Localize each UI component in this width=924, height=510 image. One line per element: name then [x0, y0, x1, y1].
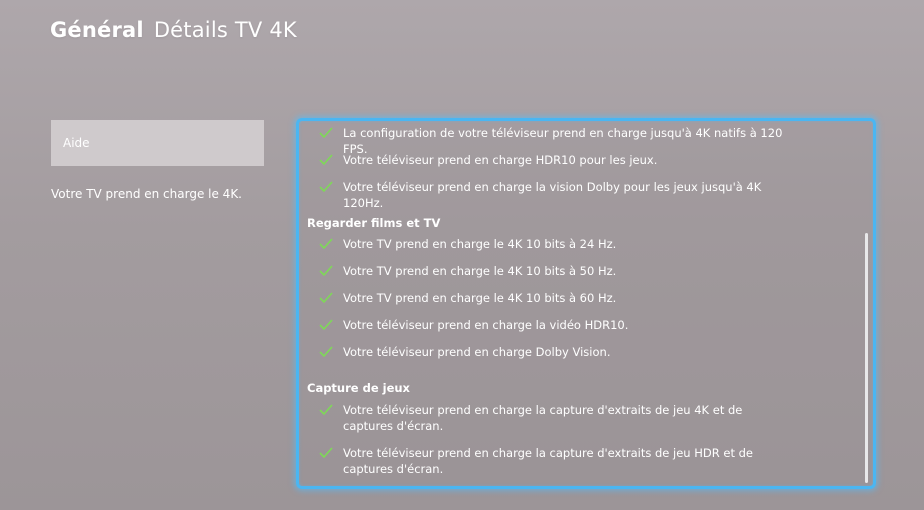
check-icon	[319, 292, 333, 304]
check-icon	[319, 404, 333, 416]
check-icon	[319, 319, 333, 331]
section-heading-movies: Regarder films et TV	[307, 216, 441, 230]
check-icon	[319, 447, 333, 459]
header-section: Général	[50, 18, 144, 42]
page-title: Détails TV 4K	[153, 18, 297, 42]
help-button[interactable]: Aide	[51, 120, 264, 166]
check-icon	[319, 181, 333, 193]
tv-support-description: Votre TV prend en charge le 4K.	[51, 187, 242, 201]
list-item: Votre TV prend en charge le 4K 10 bits à…	[319, 263, 793, 279]
list-item: Votre TV prend en charge le 4K 10 bits à…	[319, 236, 793, 252]
list-item: Votre téléviseur prend en charge la vidé…	[319, 317, 793, 333]
check-icon	[319, 265, 333, 277]
tv-details-list: La configuration de votre téléviseur pre…	[299, 121, 873, 486]
check-icon	[319, 238, 333, 250]
check-icon	[319, 127, 333, 139]
list-item: Votre téléviseur prend en charge la capt…	[319, 445, 793, 477]
list-item: Votre téléviseur prend en charge Dolby V…	[319, 344, 793, 360]
help-button-label: Aide	[63, 136, 90, 150]
list-item: Votre TV prend en charge le 4K 10 bits à…	[319, 290, 793, 306]
scrollbar[interactable]	[865, 233, 868, 483]
section-heading-capture: Capture de jeux	[307, 381, 410, 395]
list-item: Votre téléviseur prend en charge HDR10 p…	[319, 152, 793, 168]
check-icon	[319, 346, 333, 358]
check-icon	[319, 154, 333, 166]
list-item: Votre téléviseur prend en charge la visi…	[319, 179, 793, 211]
list-item: Votre téléviseur prend en charge la capt…	[319, 402, 793, 434]
page-header: Général Détails TV 4K	[50, 18, 297, 42]
tv-details-panel[interactable]: La configuration de votre téléviseur pre…	[296, 118, 876, 489]
